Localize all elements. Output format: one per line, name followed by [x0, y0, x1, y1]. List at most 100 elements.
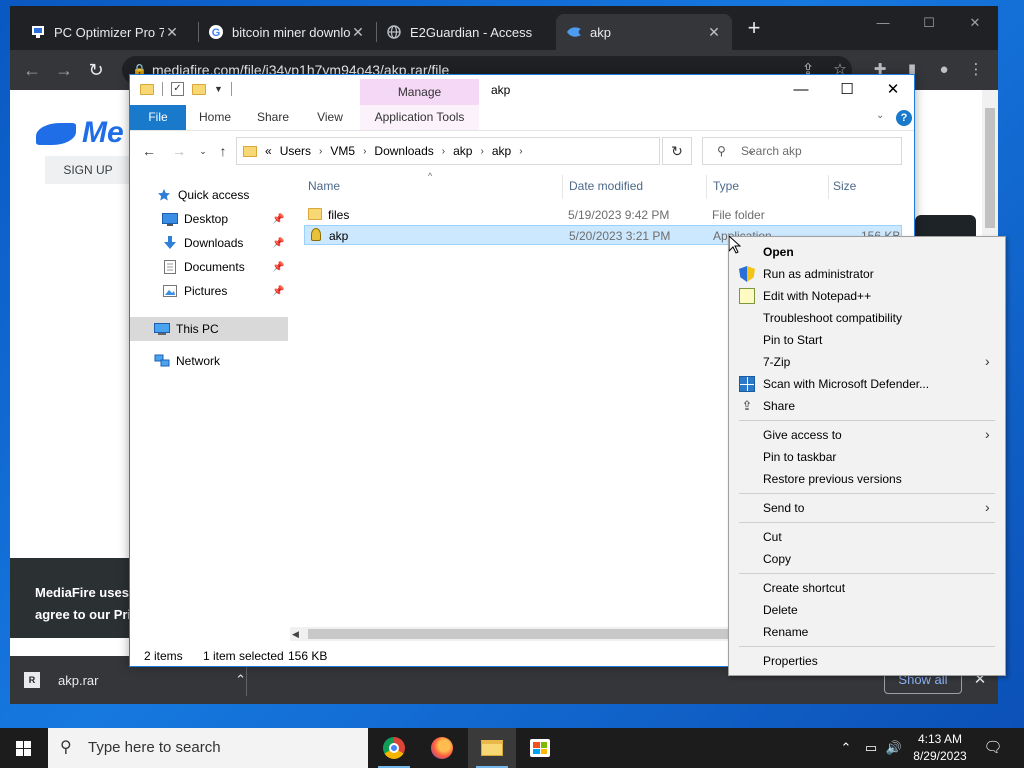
pin-icon[interactable]: 📌: [272, 262, 284, 273]
start-button[interactable]: [0, 728, 48, 768]
profile-avatar-icon[interactable]: ●: [932, 58, 956, 82]
menu-item-open[interactable]: Open: [731, 241, 1003, 263]
notifications-icon[interactable]: 🗨: [978, 728, 1008, 768]
column-separator[interactable]: [828, 175, 829, 199]
new-tab-plus-icon[interactable]: +: [742, 16, 766, 40]
chevron-right-icon[interactable]: ›: [319, 146, 322, 157]
chevron-up-icon[interactable]: ⌃: [235, 672, 246, 688]
breadcrumb-vm5[interactable]: VM5: [330, 144, 355, 158]
column-separator[interactable]: [562, 175, 563, 199]
manage-contextual-tab[interactable]: Manage: [360, 79, 479, 105]
tab-bitcoin-miner[interactable]: G bitcoin miner downlo ✕: [198, 14, 376, 50]
pin-icon[interactable]: 📌: [272, 286, 284, 297]
up-arrow-icon[interactable]: ↑: [214, 141, 232, 161]
sign-up-button[interactable]: SIGN UP: [45, 156, 131, 184]
scrollbar-thumb[interactable]: [985, 108, 995, 228]
breadcrumb-downloads[interactable]: Downloads: [374, 144, 433, 158]
show-hidden-icons-chevron-icon[interactable]: ⌃: [836, 728, 856, 768]
menu-item-troubleshoot[interactable]: Troubleshoot compatibility: [731, 307, 1003, 329]
horizontal-scrollbar[interactable]: ◀: [290, 627, 730, 641]
nav-pictures[interactable]: Pictures 📌: [162, 280, 284, 302]
breadcrumb-overflow[interactable]: «: [265, 144, 272, 158]
taskbar-file-explorer[interactable]: [468, 728, 516, 768]
system-clock[interactable]: 4:13 AM 8/29/2023: [900, 731, 980, 765]
new-folder-icon[interactable]: [192, 83, 206, 95]
forward-arrow-icon[interactable]: →: [52, 58, 76, 82]
nav-downloads[interactable]: Downloads 📌: [162, 232, 284, 254]
table-row[interactable]: files 5/19/2023 9:42 PM File folder: [304, 205, 902, 225]
search-input[interactable]: ⚲ Search akp: [702, 137, 902, 165]
chevron-right-icon[interactable]: ›: [363, 146, 366, 157]
menu-item-cut[interactable]: Cut: [731, 526, 1003, 548]
nav-this-pc[interactable]: This PC: [154, 318, 219, 340]
menu-kebab-icon[interactable]: ⋮: [964, 58, 988, 82]
column-header-size[interactable]: Size: [833, 179, 856, 193]
tab-home[interactable]: Home: [190, 105, 240, 130]
nav-network[interactable]: Network: [154, 350, 220, 372]
column-header-type[interactable]: Type: [713, 179, 739, 193]
taskbar-chrome[interactable]: [370, 728, 418, 768]
menu-item-create-shortcut[interactable]: Create shortcut: [731, 577, 1003, 599]
chevron-right-icon[interactable]: ›: [519, 146, 522, 157]
menu-item-run-as-administrator[interactable]: Run as administrator: [731, 263, 1003, 285]
nav-documents[interactable]: Documents 📌: [162, 256, 284, 278]
menu-item-scan-defender[interactable]: Scan with Microsoft Defender...: [731, 373, 1003, 395]
scrollbar-thumb[interactable]: [308, 629, 728, 639]
menu-item-pin-to-start[interactable]: Pin to Start: [731, 329, 1003, 351]
column-separator[interactable]: [706, 175, 707, 199]
customize-dropdown-icon[interactable]: ▼: [214, 84, 223, 94]
scroll-left-icon[interactable]: ◀: [292, 627, 299, 641]
column-header-date[interactable]: Date modified: [569, 179, 643, 193]
forward-arrow-icon[interactable]: →: [170, 141, 188, 161]
tab-close-icon[interactable]: ✕: [164, 24, 180, 41]
menu-item-give-access[interactable]: Give access to ›: [731, 424, 1003, 446]
nav-desktop[interactable]: Desktop 📌: [162, 208, 284, 230]
taskbar-store[interactable]: [516, 728, 564, 768]
column-header-name[interactable]: Name: [308, 179, 340, 193]
tab-share[interactable]: Share: [248, 105, 298, 130]
tab-akp[interactable]: akp ✕: [556, 14, 732, 50]
close-icon[interactable]: ✕: [952, 8, 998, 38]
pin-icon[interactable]: 📌: [272, 238, 284, 249]
reload-icon[interactable]: ↻: [84, 58, 108, 82]
maximize-icon[interactable]: ☐: [906, 8, 952, 38]
refresh-icon[interactable]: ↻: [662, 137, 692, 165]
close-icon[interactable]: ✕: [870, 75, 914, 105]
menu-item-properties[interactable]: Properties: [731, 650, 1003, 672]
menu-item-rename[interactable]: Rename: [731, 621, 1003, 643]
tab-file[interactable]: File: [130, 105, 186, 130]
breadcrumb-users[interactable]: Users: [280, 144, 311, 158]
menu-item-send-to[interactable]: Send to ›: [731, 497, 1003, 519]
tab-view[interactable]: View: [306, 105, 354, 130]
network-icon[interactable]: ▭: [860, 728, 882, 768]
menu-item-7zip[interactable]: 7-Zip ›: [731, 351, 1003, 373]
properties-check-icon[interactable]: ✓: [171, 82, 184, 96]
pin-icon[interactable]: 📌: [272, 214, 284, 225]
menu-item-pin-to-taskbar[interactable]: Pin to taskbar: [731, 446, 1003, 468]
mediafire-logo[interactable]: Me: [36, 116, 124, 150]
download-item[interactable]: R akp.rar ⌃: [24, 666, 246, 694]
tab-close-icon[interactable]: ✕: [706, 24, 722, 41]
minimize-icon[interactable]: —: [860, 8, 906, 38]
breadcrumb-akp[interactable]: akp: [453, 144, 472, 158]
menu-item-delete[interactable]: Delete: [731, 599, 1003, 621]
chevron-right-icon[interactable]: ›: [480, 146, 483, 157]
chevron-right-icon[interactable]: ›: [442, 146, 445, 157]
tab-close-icon[interactable]: ✕: [350, 24, 366, 41]
taskbar-search-input[interactable]: ⚲ Type here to search: [48, 728, 368, 768]
back-arrow-icon[interactable]: ←: [20, 58, 44, 82]
explorer-address-bar[interactable]: « Users › VM5 › Downloads › akp › akp › …: [236, 137, 755, 165]
breadcrumb-akp-current[interactable]: akp: [492, 144, 511, 158]
maximize-icon[interactable]: ☐: [824, 75, 870, 105]
tab-e2guardian[interactable]: E2Guardian - Access: [376, 14, 552, 50]
menu-item-share[interactable]: ⇪ Share: [731, 395, 1003, 417]
tab-pc-optimizer[interactable]: PC Optimizer Pro 7.0 ✕: [20, 14, 190, 50]
tab-application-tools[interactable]: Application Tools: [360, 105, 479, 130]
expand-ribbon-chevron-icon[interactable]: ⌄: [876, 110, 884, 121]
menu-item-restore-versions[interactable]: Restore previous versions: [731, 468, 1003, 490]
help-icon[interactable]: ?: [896, 110, 912, 126]
recent-locations-chevron-icon[interactable]: ⌄: [194, 141, 212, 161]
menu-item-edit-notepad[interactable]: Edit with Notepad++: [731, 285, 1003, 307]
menu-item-copy[interactable]: Copy: [731, 548, 1003, 570]
nav-quick-access[interactable]: Quick access: [156, 184, 249, 206]
